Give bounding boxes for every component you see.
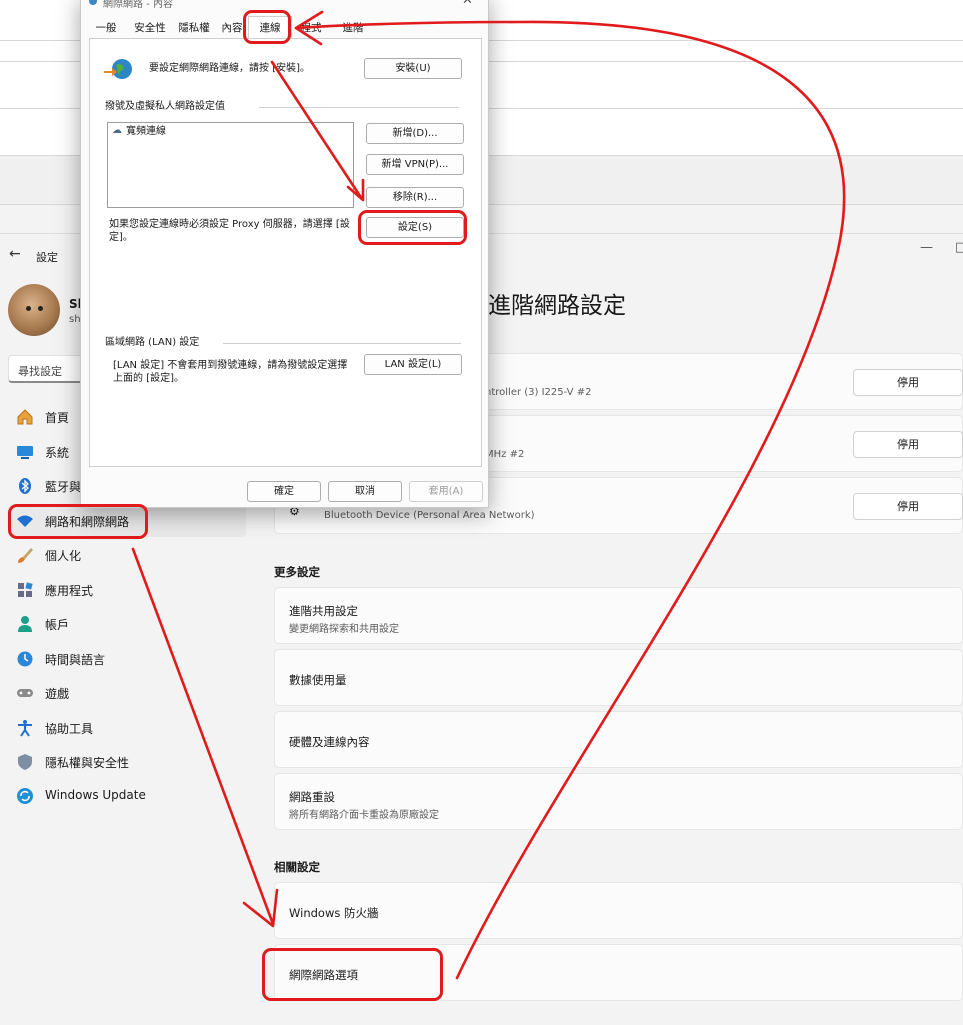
arrow-nav-to-options bbox=[131, 547, 275, 926]
arrow-loop bbox=[294, 20, 846, 980]
arrow-tab-to-settings bbox=[270, 60, 364, 201]
annotation-arrows bbox=[131, 10, 846, 980]
